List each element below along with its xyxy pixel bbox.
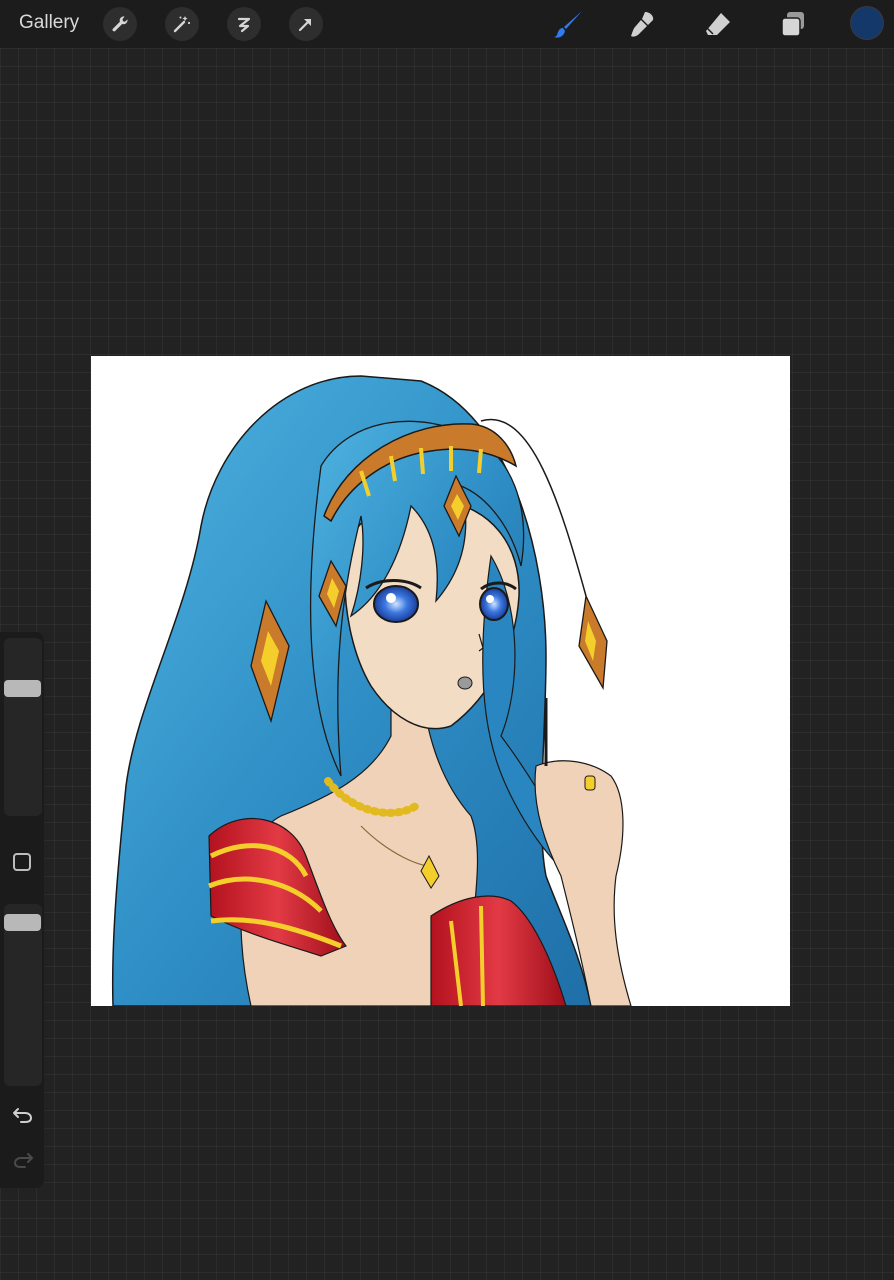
eraser-icon [706, 13, 730, 35]
redo-icon[interactable] [12, 1149, 34, 1171]
artwork-illustration [111, 375, 632, 1006]
layers-icon [781, 12, 804, 37]
wrench-icon [112, 16, 128, 32]
top-toolbar: Gallery [0, 0, 894, 48]
brush-icon [554, 11, 582, 38]
gallery-button[interactable]: Gallery [19, 11, 79, 35]
brush-size-thumb[interactable] [4, 680, 41, 698]
opacity-slider[interactable] [4, 904, 42, 1086]
eraser-tool[interactable] [700, 6, 736, 42]
selection-icon [237, 17, 251, 33]
actions-button[interactable] [103, 7, 137, 41]
opacity-thumb[interactable] [4, 914, 41, 931]
selection-button[interactable] [227, 7, 261, 41]
drawing-canvas[interactable] [91, 356, 790, 1006]
magic-wand-icon [173, 16, 191, 33]
left-sidebar [0, 632, 44, 1188]
undo-icon[interactable] [12, 1104, 34, 1126]
color-picker-button[interactable] [851, 7, 883, 39]
brush-size-slider[interactable] [4, 638, 42, 816]
adjustments-button[interactable] [165, 7, 199, 41]
smudge-tool[interactable] [625, 6, 661, 42]
transform-arrow-icon [298, 18, 312, 32]
modify-button[interactable] [13, 853, 31, 871]
layers-tool[interactable] [775, 6, 811, 42]
smudge-icon [631, 12, 654, 37]
brush-tool[interactable] [550, 6, 586, 42]
transform-button[interactable] [289, 7, 323, 41]
